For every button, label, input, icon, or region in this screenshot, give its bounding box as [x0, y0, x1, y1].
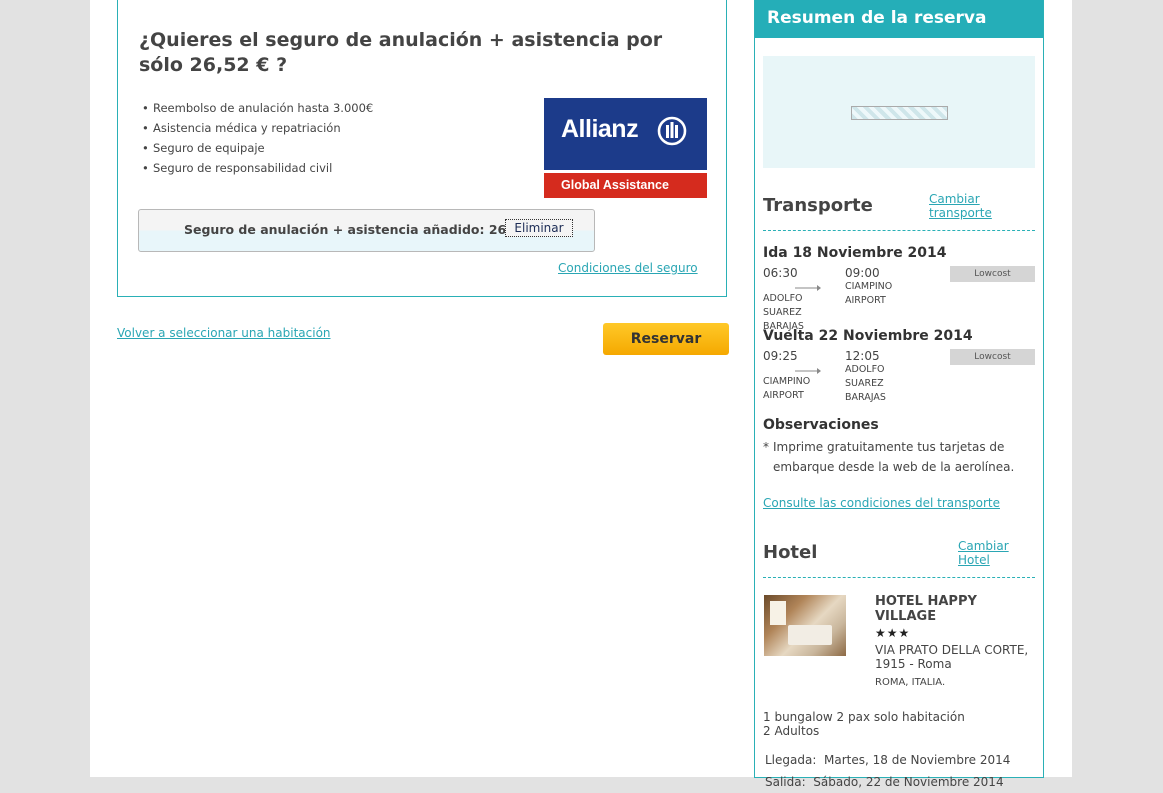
insurance-added-text: Seguro de anulación + asistencia añadido…: [184, 222, 542, 237]
bullet-icon: •: [142, 101, 149, 115]
divider: [763, 577, 1035, 578]
outbound-departure-time: 06:30: [763, 266, 798, 280]
return-arrival-airport: ADOLFO SUAREZ BARAJAS: [845, 364, 886, 403]
sidebar-title: Resumen de la reserva: [767, 8, 987, 28]
back-to-room-link[interactable]: Volver a seleccionar una habitación: [117, 326, 331, 340]
outbound-arrival-airport: CIAMPINO AIRPORT: [845, 281, 893, 306]
loading-bar: [851, 106, 948, 120]
arrow-right-icon: [795, 285, 821, 291]
insurance-added-bar: Seguro de anulación + asistencia añadido…: [138, 209, 595, 252]
return-departure-airport: CIAMPINO AIRPORT: [763, 376, 811, 401]
hotel-stars: ★★★: [875, 626, 911, 640]
remove-insurance-button[interactable]: Eliminar: [505, 219, 573, 237]
insurance-conditions-link[interactable]: Condiciones del seguro: [558, 261, 698, 275]
outbound-fare-badge: Lowcost: [950, 266, 1035, 282]
sidebar-header: Resumen de la reserva: [755, 0, 1043, 38]
arrow-right-icon: [795, 368, 821, 374]
insurance-title: ¿Quieres el seguro de anulación + asiste…: [139, 29, 663, 76]
return-leg-title: Vuelta 22 Noviembre 2014: [763, 328, 973, 344]
list-item: • Reembolso de anulación hasta 3.000€: [142, 101, 374, 115]
room-info: 1 bungalow 2 pax solo habitación 2 Adult…: [763, 710, 965, 738]
hotel-country: ROMA, ITALIA.: [875, 677, 946, 688]
booking-summary-sidebar: Resumen de la reserva Transporte Cambiar…: [754, 0, 1044, 789]
reserve-button[interactable]: Reservar: [603, 323, 729, 355]
list-item: • Asistencia médica y repatriación: [142, 121, 341, 135]
bullet-icon: •: [142, 161, 149, 175]
stay-dates: Llegada: Martes, 18 de Noviembre 2014 Sa…: [765, 749, 1010, 793]
transport-title: Transporte: [763, 195, 873, 216]
change-hotel-link[interactable]: Cambiar Hotel: [958, 539, 1043, 567]
bullet-icon: •: [142, 121, 149, 135]
departure-date: Salida: Sábado, 22 de Noviembre 2014: [765, 775, 1004, 789]
allianz-logo: Allianz Global Assistance: [544, 98, 707, 198]
hotel-title: Hotel: [763, 542, 818, 563]
insurance-benefits-list: • Reembolso de anulación hasta 3.000€ • As…: [142, 99, 373, 179]
allianz-logo-subtitle: Global Assistance: [561, 178, 669, 192]
insurance-panel: ¿Quieres el seguro de anulación + asiste…: [117, 0, 727, 297]
return-arrival-time: 12:05: [845, 349, 880, 363]
arrival-date: Llegada: Martes, 18 de Noviembre 2014: [765, 753, 1011, 767]
outbound-leg-title: Ida 18 Noviembre 2014: [763, 245, 947, 261]
outbound-arrival-time: 09:00: [845, 266, 880, 280]
return-departure-time: 09:25: [763, 349, 798, 363]
observations-text: * Imprime gratuitamente tus tarjetas de e…: [763, 440, 1015, 474]
page-content: ¿Quieres el seguro de anulación + asiste…: [90, 0, 1072, 789]
map-placeholder: [763, 56, 1035, 168]
list-item: • Seguro de equipaje: [142, 141, 265, 155]
hotel-address: VIA PRATO DELLA CORTE, 1915 - Roma: [875, 643, 1029, 671]
allianz-eagle-icon: [657, 116, 687, 146]
divider: [763, 230, 1035, 231]
hotel-photo: [764, 595, 846, 656]
list-item: • Seguro de responsabilidad civil: [142, 161, 333, 175]
observations-title: Observaciones: [763, 417, 879, 433]
change-transport-link[interactable]: Cambiar transporte: [929, 192, 1043, 220]
allianz-logo-name: Allianz: [561, 115, 639, 143]
transport-conditions-link[interactable]: Consulte las condiciones del transporte: [763, 496, 1000, 510]
return-fare-badge: Lowcost: [950, 349, 1035, 365]
bullet-icon: •: [142, 141, 149, 155]
hotel-name: HOTEL HAPPY VILLAGE: [875, 594, 977, 624]
